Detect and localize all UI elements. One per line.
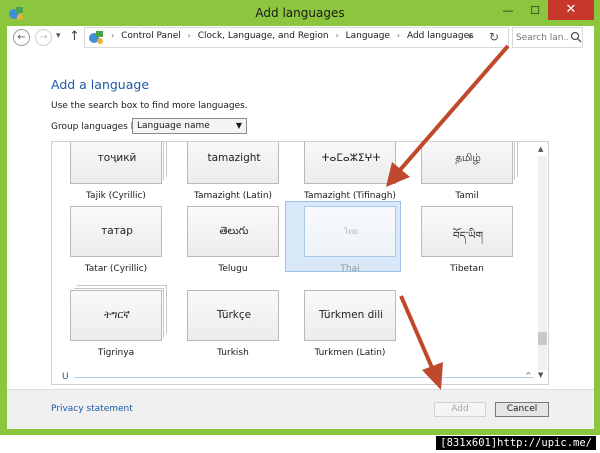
language-native-name: Türkçe	[216, 309, 252, 321]
address-dropdown-icon[interactable]: ▾	[468, 32, 472, 41]
cancel-button[interactable]: Cancel	[495, 402, 549, 417]
collapse-group-icon[interactable]: ^	[525, 371, 532, 380]
scroll-up-arrow-icon[interactable]: ▲	[538, 145, 543, 153]
refresh-icon[interactable]: ↻	[489, 30, 499, 44]
language-name-label: Tatar (Cyrillic)	[84, 264, 148, 274]
scroll-down-arrow-icon[interactable]: ▼	[538, 371, 543, 379]
title-bar[interactable]: Add languages — ☐ ✕	[0, 0, 600, 26]
breadcrumb-separator[interactable]: ›	[188, 31, 191, 40]
breadcrumb-language[interactable]: Language	[346, 31, 390, 41]
breadcrumb-add-languages[interactable]: Add languages	[407, 31, 474, 41]
back-button[interactable]: ←	[13, 29, 30, 46]
maximize-button[interactable]: ☐	[522, 4, 548, 24]
language-tile-box[interactable]: тоҷикӣ	[70, 142, 162, 184]
navigation-bar: ← → ▾ ↑ › Control Panel › Clock, Languag…	[7, 26, 594, 50]
search-box[interactable]	[512, 27, 583, 48]
language-native-name: ไทย	[344, 227, 358, 236]
breadcrumb-control-panel[interactable]: Control Panel	[121, 31, 181, 41]
footer-bar: Privacy statement Add Cancel	[7, 389, 594, 429]
language-name-label: Turkish	[217, 348, 249, 358]
breadcrumb-separator[interactable]: ›	[336, 31, 339, 40]
screenshot-frame: Add languages — ☐ ✕ ← → ▾ ↑ › Control Pa…	[0, 0, 600, 453]
language-tile-box[interactable]: བོད་ཡིག	[421, 206, 513, 257]
language-name-label: Telugu	[218, 264, 248, 274]
language-name-label: Tamazight (Tifinagh)	[304, 191, 396, 201]
language-native-name: татар	[101, 225, 133, 237]
language-tile-box[interactable]: Türkmen dili	[304, 290, 396, 341]
language-name-label: Tajik (Cyrillic)	[86, 191, 146, 201]
language-name-label: Tamazight (Latin)	[193, 191, 273, 201]
group-by-select[interactable]: Language name ▼	[132, 118, 247, 134]
window: Add languages — ☐ ✕ ← → ▾ ↑ › Control Pa…	[0, 0, 600, 435]
language-name-label: Tigrinya	[97, 348, 135, 358]
scrollbar-thumb[interactable]	[538, 332, 547, 345]
language-tile-box[interactable]: татар	[70, 206, 162, 257]
language-tile-box[interactable]: தமிழ்	[421, 142, 513, 184]
control-panel-icon	[89, 31, 103, 44]
search-icon[interactable]	[570, 31, 582, 43]
content-area: Add a language Use the search box to fin…	[7, 50, 594, 389]
language-native-name: ⵜⴰⵎⴰⵣⵉⵖⵜ	[321, 152, 381, 164]
language-tile-box[interactable]: Türkçe	[187, 290, 279, 341]
language-native-name: ትግርኛ	[104, 309, 130, 321]
up-button[interactable]: ↑	[69, 29, 80, 44]
minimize-button[interactable]: —	[494, 4, 522, 24]
language-native-name: тоҷикӣ	[97, 152, 137, 164]
close-button[interactable]: ✕	[548, 0, 594, 20]
forward-button[interactable]: →	[35, 29, 52, 46]
group-header-letter[interactable]: U	[62, 372, 69, 382]
language-name-label: Thai	[340, 264, 360, 274]
group-header-divider	[74, 377, 534, 378]
language-native-name: tamazight	[207, 152, 261, 164]
breadcrumb-separator[interactable]: ›	[397, 31, 400, 40]
language-grid: тоҷикӣ Tajik (Cyrillic) tamazight Tamazight…	[51, 141, 549, 385]
language-native-name: བོད་ཡིག	[452, 230, 484, 242]
recent-locations-chevron-icon[interactable]: ▾	[56, 31, 61, 41]
breadcrumb-separator: ›	[111, 31, 115, 40]
language-tile-box[interactable]: tamazight	[187, 142, 279, 184]
search-hint: Use the search box to find more language…	[51, 101, 248, 111]
language-native-name: தமிழ்	[455, 152, 481, 164]
group-by-label: Group languages by:	[51, 122, 145, 132]
add-button[interactable]: Add	[434, 402, 486, 417]
language-native-name: తెలుగు	[219, 225, 249, 237]
watermark-strip: [831x601]http://upic.me/	[0, 435, 600, 453]
language-name-label: Tibetan	[450, 264, 484, 274]
language-tile-box[interactable]: తెలుగు	[187, 206, 279, 257]
search-input[interactable]	[516, 31, 568, 45]
language-name-label: Tamil	[455, 191, 479, 201]
language-tile-box[interactable]: ትግርኛ	[70, 290, 162, 341]
language-name-label: Turkmen (Latin)	[314, 348, 386, 358]
dropdown-arrow-icon: ▼	[235, 121, 242, 130]
language-native-name: Türkmen dili	[318, 309, 384, 321]
breadcrumb: › Control Panel › Clock, Language, and R…	[107, 31, 474, 41]
language-tile-box[interactable]: ⵜⴰⵎⴰⵣⵉⵖⵜ	[304, 142, 396, 184]
language-tile-box[interactable]: ไทย	[304, 206, 396, 257]
address-bar[interactable]: › Control Panel › Clock, Language, and R…	[84, 27, 509, 48]
watermark: [831x601]http://upic.me/	[436, 436, 596, 450]
breadcrumb-clock-language-region[interactable]: Clock, Language, and Region	[198, 31, 329, 41]
privacy-statement-link[interactable]: Privacy statement	[51, 404, 133, 414]
page-title: Add a language	[51, 77, 150, 92]
group-by-value: Language name	[137, 121, 210, 131]
